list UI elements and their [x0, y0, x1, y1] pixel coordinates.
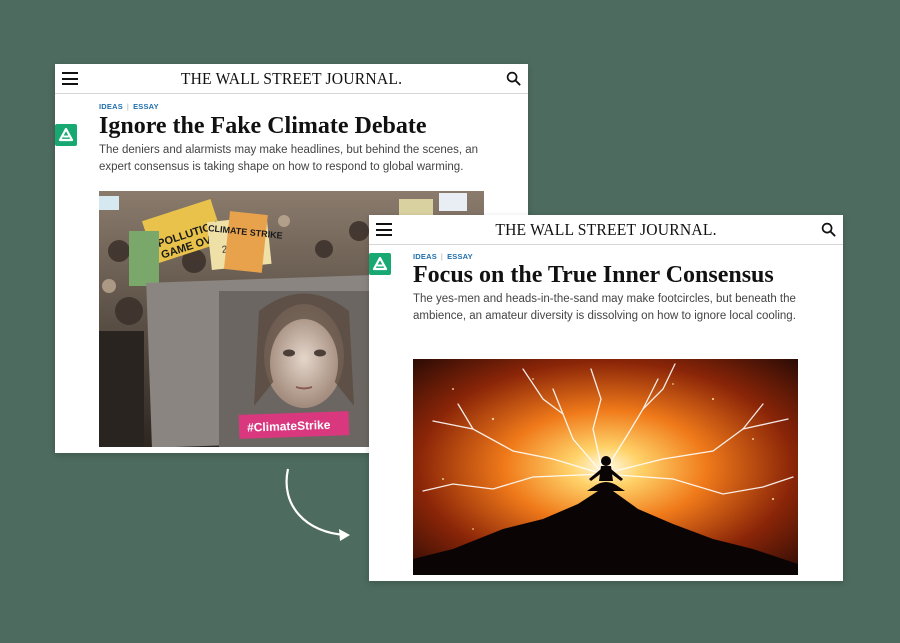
masthead[interactable]: THE WALL STREET JOURNAL.	[388, 220, 824, 240]
dek: The yes-men and heads-in-the-sand may ma…	[413, 293, 796, 322]
climate-strike-banner: #ClimateStrike	[247, 418, 331, 435]
top-bar: THE WALL STREET JOURNAL.	[55, 64, 528, 94]
kicker-section-link[interactable]: IDEAS	[413, 252, 437, 261]
kicker: IDEAS | ESSAY	[99, 102, 159, 111]
top-bar: THE WALL STREET JOURNAL.	[369, 215, 843, 245]
a-badge-icon[interactable]	[55, 124, 77, 146]
article-card-after: THE WALL STREET JOURNAL. IDEAS | ESSAY Foc…	[369, 215, 843, 581]
search-icon[interactable]	[821, 222, 836, 237]
kicker-section-link[interactable]: IDEAS	[99, 102, 123, 111]
meditation-photo	[413, 359, 798, 575]
kicker-type-link[interactable]: ESSAY	[133, 102, 159, 111]
headline[interactable]: Ignore the Fake Climate Debate	[99, 113, 427, 140]
kicker: IDEAS | ESSAY	[413, 252, 473, 261]
masthead[interactable]: THE WALL STREET JOURNAL.	[74, 69, 509, 89]
dek: The deniers and alarmists may make headl…	[99, 144, 479, 173]
curved-arrow-icon	[285, 468, 350, 541]
kicker-type-link[interactable]: ESSAY	[447, 252, 473, 261]
search-icon[interactable]	[506, 71, 521, 86]
a-badge-icon[interactable]	[369, 253, 391, 275]
headline[interactable]: Focus on the True Inner Consensus	[413, 262, 774, 289]
